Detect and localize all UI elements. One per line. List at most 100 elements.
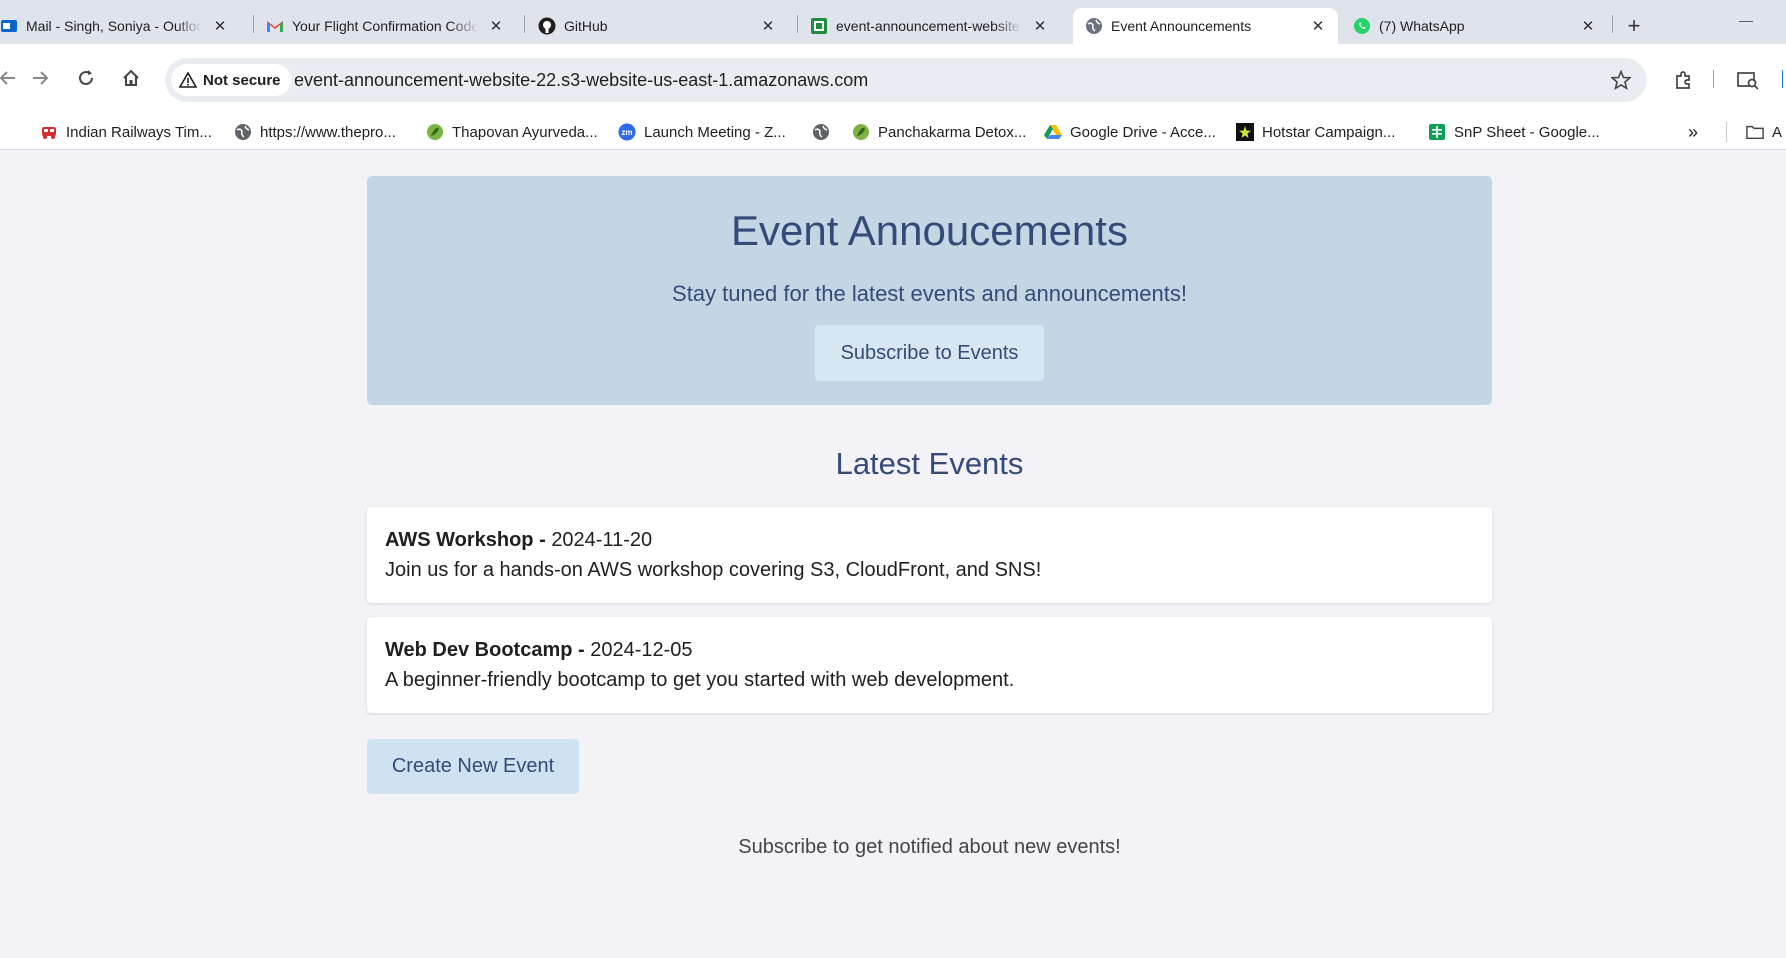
folder-icon [1746, 123, 1764, 141]
page-content: Event Annoucements Stay tuned for the la… [0, 150, 1786, 958]
outlook-icon [0, 17, 18, 35]
event-separator: - [572, 639, 591, 661]
home-icon[interactable] [115, 62, 147, 94]
tab-whatsapp[interactable]: (7) WhatsApp ✕ [1353, 8, 1608, 44]
back-arrow-icon[interactable] [0, 62, 24, 94]
drive-icon [1044, 123, 1062, 141]
bookmark-item[interactable]: Google Drive - Acce... [1044, 120, 1216, 144]
tab-event-website[interactable]: event-announcement-website ✕ [810, 8, 1060, 44]
hotstar-icon [1236, 123, 1254, 141]
event-name: Web Dev Bootcamp [385, 639, 573, 661]
bookmark-item[interactable]: https://www.thepro... [234, 120, 396, 144]
tab-title: event-announcement-website [836, 18, 1020, 34]
bookmark-label: Hotstar Campaign... [1262, 123, 1396, 141]
star-icon[interactable] [1605, 64, 1637, 96]
event-date: 2024-12-05 [590, 639, 693, 661]
tab-separator [253, 15, 254, 33]
bookmark-label: Panchakarma Detox... [878, 123, 1027, 141]
bookmark-label: Google Drive - Acce... [1070, 123, 1216, 141]
event-separator: - [533, 529, 552, 551]
close-icon[interactable]: ✕ [758, 16, 778, 36]
bookmark-item[interactable]: Hotstar Campaign... [1236, 120, 1395, 144]
close-icon[interactable]: ✕ [1030, 16, 1050, 36]
toolbar-edge [1782, 70, 1783, 88]
event-date: 2024-11-20 [551, 529, 653, 551]
bookmarks-bar: Indian Railways Tim... https://www.thepr… [0, 114, 1786, 150]
security-badge[interactable]: Not secure [171, 64, 291, 96]
bookmark-label: https://www.thepro... [260, 123, 396, 141]
toolbar-separator [1713, 70, 1714, 88]
leaf-icon [426, 123, 444, 141]
bookmark-item[interactable]: Indian Railways Tim... [40, 120, 212, 144]
close-icon[interactable]: ✕ [1308, 16, 1328, 36]
bookmark-item[interactable]: Thapovan Ayurveda... [426, 120, 598, 144]
sheet-icon [810, 17, 828, 35]
tab-search-icon[interactable] [1732, 64, 1764, 96]
address-bar[interactable]: Not secure event-announcement-website-22… [165, 58, 1647, 102]
bookmark-item[interactable]: zm Launch Meeting - Z... [618, 120, 786, 144]
footer-text: Subscribe to get notified about new even… [738, 836, 1121, 858]
tab-separator [797, 15, 798, 33]
url-text[interactable]: event-announcement-website-22.s3-website… [294, 70, 868, 91]
tab-strip: Mail - Singh, Soniya - Outlook ✕ Your Fl… [0, 0, 1786, 44]
tab-gmail[interactable]: Your Flight Confirmation Code ✕ [266, 8, 516, 44]
bookmark-item[interactable] [812, 120, 838, 144]
hero-subtitle: Stay tuned for the latest events and ann… [672, 281, 1187, 306]
apps-icon[interactable] [0, 120, 2, 144]
svg-text:zm: zm [621, 128, 632, 137]
globe-icon [234, 123, 252, 141]
bookmark-folder-label: A [1772, 123, 1783, 141]
page-title: Event Annoucements [731, 207, 1128, 254]
minimize-icon[interactable]: — [1736, 10, 1756, 30]
whatsapp-icon [1353, 17, 1371, 35]
leaf-icon [852, 123, 870, 141]
tab-title: (7) WhatsApp [1379, 18, 1465, 34]
forward-arrow-icon[interactable] [24, 62, 56, 94]
extensions-icon[interactable] [1668, 64, 1700, 96]
hero-banner: Event Annoucements Stay tuned for the la… [367, 176, 1492, 405]
close-icon[interactable]: ✕ [486, 16, 506, 36]
tab-github[interactable]: GitHub ✕ [538, 8, 788, 44]
event-description: Join us for a hands-on AWS workshop cove… [385, 559, 1042, 581]
globe-icon [1085, 17, 1103, 35]
bookmark-label: Thapovan Ayurveda... [452, 123, 598, 141]
tab-outlook[interactable]: Mail - Singh, Soniya - Outlook ✕ [0, 8, 240, 44]
bookmarks-overflow-icon[interactable]: » [1688, 120, 1698, 144]
zoom-icon: zm [618, 123, 636, 141]
reload-icon[interactable] [70, 62, 102, 94]
tab-separator [524, 15, 525, 33]
new-tab-button[interactable]: + [1620, 12, 1648, 40]
bookmarks-separator [1726, 122, 1727, 142]
globe-icon [812, 123, 830, 141]
browser-toolbar: Not secure event-announcement-website-22… [0, 44, 1786, 114]
event-name: AWS Workshop [385, 529, 534, 551]
bookmark-item[interactable]: Panchakarma Detox... [852, 120, 1026, 144]
tab-separator [1612, 15, 1613, 33]
close-icon[interactable]: ✕ [1578, 16, 1598, 36]
tab-event-announcements[interactable]: Event Announcements ✕ [1073, 8, 1338, 44]
bookmark-label: SnP Sheet - Google... [1454, 123, 1600, 141]
tab-title: GitHub [564, 18, 608, 34]
latest-events-heading: Latest Events [835, 446, 1024, 481]
sheets-icon [1428, 123, 1446, 141]
bookmark-folder[interactable]: A [1746, 120, 1782, 144]
event-card: AWS Workshop - 2024-11-20 Join us for a … [367, 507, 1492, 603]
train-icon [40, 123, 58, 141]
event-header: AWS Workshop - 2024-11-20 [385, 529, 652, 552]
event-card: Web Dev Bootcamp - 2024-12-05 A beginner… [367, 617, 1492, 713]
close-icon[interactable]: ✕ [210, 16, 230, 36]
create-event-button[interactable]: Create New Event [367, 739, 579, 794]
event-header: Web Dev Bootcamp - 2024-12-05 [385, 639, 693, 662]
event-description: A beginner-friendly bootcamp to get you … [385, 669, 1015, 691]
subscribe-button[interactable]: Subscribe to Events [815, 325, 1044, 381]
tab-title: Your Flight Confirmation Code [292, 18, 478, 34]
tab-title: Mail - Singh, Soniya - Outlook [26, 18, 202, 34]
warning-icon [179, 72, 197, 88]
bookmark-item[interactable]: SnP Sheet - Google... [1428, 120, 1600, 144]
security-label: Not secure [203, 71, 281, 89]
gmail-icon [266, 17, 284, 35]
github-icon [538, 17, 556, 35]
bookmark-label: Indian Railways Tim... [66, 123, 212, 141]
tab-title: Event Announcements [1111, 18, 1252, 34]
bookmark-label: Launch Meeting - Z... [644, 123, 786, 141]
